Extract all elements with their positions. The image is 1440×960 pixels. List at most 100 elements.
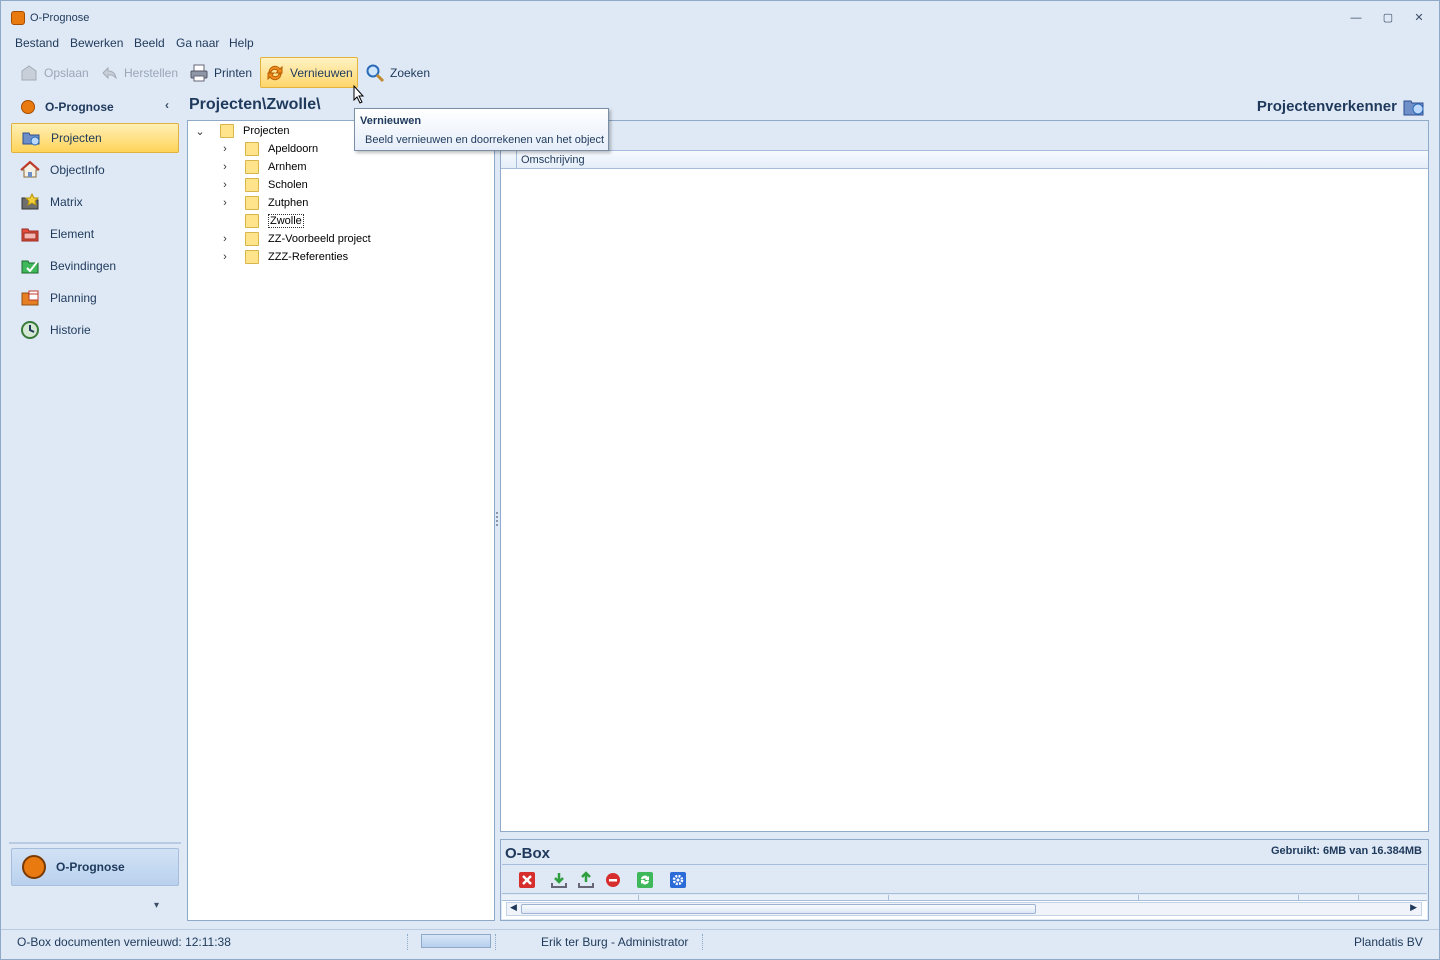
collapse-sidebar-button[interactable]: ‹ bbox=[165, 98, 169, 112]
findings-icon bbox=[21, 260, 39, 274]
obox-usage: Gebruikt: 6MB van 16.384MB bbox=[1271, 845, 1422, 857]
menu-ga-naar[interactable]: Ga naar bbox=[176, 36, 219, 50]
row-selector-header[interactable] bbox=[501, 151, 517, 169]
close-button[interactable]: ✕ bbox=[1408, 9, 1430, 27]
sidebar-item-label: Historie bbox=[50, 323, 91, 337]
scroll-left-icon[interactable]: ◀ bbox=[510, 902, 517, 913]
status-company: Plandatis BV bbox=[1354, 935, 1423, 949]
tooltip-body: Beeld vernieuwen en doorrekenen van het … bbox=[365, 134, 605, 146]
menu-bar: Bestand Bewerken Beeld Ga naar Help bbox=[1, 33, 1439, 53]
sidebar-item-bevindingen[interactable]: Bevindingen bbox=[11, 251, 179, 281]
app-window: O-Prognose — ▢ ✕ Bestand Bewerken Beeld … bbox=[0, 0, 1440, 960]
tree-node[interactable]: › Scholen bbox=[219, 176, 308, 194]
expand-chevron-icon[interactable]: › bbox=[219, 143, 231, 155]
folder-icon bbox=[245, 232, 259, 246]
horizontal-splitter[interactable] bbox=[500, 832, 1429, 841]
refresh-button[interactable]: Vernieuwen bbox=[260, 57, 358, 88]
sidebar-item-objectinfo[interactable]: ObjectInfo bbox=[11, 155, 179, 185]
sidebar-title: O-Prognose bbox=[45, 100, 114, 114]
status-progress-bar bbox=[421, 934, 491, 948]
tree-node-label: Scholen bbox=[268, 179, 308, 191]
menu-beeld[interactable]: Beeld bbox=[134, 36, 165, 50]
app-logo-icon bbox=[11, 11, 25, 25]
folder-icon bbox=[245, 178, 259, 192]
expand-chevron-icon[interactable]: › bbox=[219, 179, 231, 191]
mouse-cursor-icon bbox=[353, 85, 365, 104]
app-logo-icon bbox=[21, 100, 35, 114]
house-icon bbox=[20, 160, 40, 178]
tree-node-label: ZZZ-Referenties bbox=[268, 251, 349, 263]
horizontal-scrollbar[interactable]: ◀ ▶ bbox=[506, 902, 1422, 916]
refresh-icon bbox=[267, 65, 283, 80]
maximize-button[interactable]: ▢ bbox=[1377, 9, 1399, 27]
expand-chevron-icon[interactable]: › bbox=[219, 161, 231, 173]
grid-header: Omschrijving bbox=[501, 151, 1428, 169]
grid-toolbar bbox=[501, 121, 1428, 151]
title-bar: O-Prognose — ▢ ✕ bbox=[1, 1, 1439, 33]
tree-node-selected[interactable]: Zwolle bbox=[219, 212, 304, 230]
status-divider bbox=[407, 934, 410, 950]
tree-node-label: Arnhem bbox=[268, 161, 307, 173]
tree-node-label: Projecten bbox=[243, 125, 290, 137]
tree-node[interactable]: › Apeldoorn bbox=[219, 140, 318, 158]
sidebar-item-element[interactable]: Element bbox=[11, 219, 179, 249]
settings-icon[interactable] bbox=[669, 871, 687, 889]
sidebar-item-planning[interactable]: Planning bbox=[11, 283, 179, 313]
remove-icon[interactable] bbox=[604, 871, 622, 889]
tree-node[interactable]: › ZZZ-Referenties bbox=[219, 248, 348, 266]
expand-chevron-icon[interactable]: › bbox=[219, 251, 231, 263]
o-prognose-logo-icon bbox=[22, 855, 46, 879]
history-icon bbox=[21, 321, 39, 339]
sidebar-more-button[interactable]: ▾ bbox=[154, 900, 159, 911]
sidebar-item-projecten[interactable]: Projecten bbox=[11, 123, 179, 153]
collapse-chevron-icon[interactable]: ⌄ bbox=[194, 125, 206, 138]
search-label: Zoeken bbox=[390, 65, 431, 80]
sidebar-item-historie[interactable]: Historie bbox=[11, 315, 179, 345]
search-button[interactable]: Zoeken bbox=[361, 57, 434, 88]
menu-help[interactable]: Help bbox=[229, 36, 254, 50]
main-toolbar: Opslaan Herstellen Printen Vernieuwen Zo… bbox=[9, 54, 1433, 90]
status-message: O-Box documenten vernieuwd: 12:11:38 bbox=[17, 935, 231, 949]
tooltip-title: Vernieuwen bbox=[360, 115, 422, 127]
obox-grid[interactable]: ◀ ▶ bbox=[502, 895, 1427, 919]
refresh-label: Vernieuwen bbox=[290, 65, 353, 80]
save-icon bbox=[21, 64, 37, 80]
sidebar-item-label: Planning bbox=[50, 291, 97, 305]
magnifier-icon bbox=[366, 64, 385, 82]
sidebar-item-matrix[interactable]: Matrix bbox=[11, 187, 179, 217]
tree-node[interactable]: › Arnhem bbox=[219, 158, 307, 176]
tree-node[interactable]: › Zutphen bbox=[219, 194, 308, 212]
menu-bestand[interactable]: Bestand bbox=[15, 36, 59, 50]
breadcrumb: Projecten\Zwolle\ bbox=[189, 96, 321, 113]
scrollbar-thumb[interactable] bbox=[521, 904, 1036, 914]
minimize-button[interactable]: — bbox=[1345, 9, 1367, 27]
tree-node[interactable]: › ZZ-Voorbeeld project bbox=[219, 230, 371, 248]
sidebar-module-o-prognose[interactable]: O-Prognose bbox=[11, 848, 179, 886]
status-divider bbox=[702, 934, 705, 950]
print-button[interactable]: Printen bbox=[185, 57, 256, 88]
sidebar-item-label: Projecten bbox=[51, 131, 102, 145]
refresh-tooltip: Vernieuwen Beeld vernieuwen en doorreken… bbox=[354, 108, 609, 151]
project-tree[interactable]: ⌄ Projecten › Apeldoorn › Arnhem › Schol… bbox=[187, 120, 495, 921]
refresh-icon[interactable] bbox=[636, 871, 654, 889]
save-button[interactable]: Opslaan bbox=[15, 57, 93, 88]
restore-label: Herstellen bbox=[124, 65, 179, 80]
expand-chevron-icon[interactable]: › bbox=[219, 197, 231, 209]
folder-icon bbox=[245, 250, 259, 264]
upload-icon[interactable] bbox=[577, 871, 595, 889]
restore-button[interactable]: Herstellen bbox=[95, 57, 182, 88]
column-header-omschrijving[interactable]: Omschrijving bbox=[521, 154, 585, 166]
download-icon[interactable] bbox=[550, 871, 568, 889]
status-user: Erik ter Burg - Administrator bbox=[541, 935, 689, 949]
navigation-sidebar: O-Prognose ‹ Projecten ObjectInfo Matrix… bbox=[9, 94, 181, 922]
objects-grid[interactable]: Omschrijving bbox=[500, 120, 1429, 832]
sidebar-item-label: Element bbox=[50, 227, 95, 241]
menu-bewerken[interactable]: Bewerken bbox=[70, 36, 123, 50]
obox-panel: O-Box Gebruikt: 6MB van 16.384MB ◀ ▶ bbox=[500, 839, 1429, 921]
expand-chevron-icon[interactable]: › bbox=[219, 233, 231, 245]
tree-node-root[interactable]: ⌄ Projecten bbox=[194, 122, 289, 140]
page-title: Projectenverkenner bbox=[1256, 98, 1397, 115]
delete-icon[interactable] bbox=[518, 871, 536, 889]
folder-icon bbox=[245, 142, 259, 156]
scroll-right-icon[interactable]: ▶ bbox=[1410, 902, 1417, 913]
